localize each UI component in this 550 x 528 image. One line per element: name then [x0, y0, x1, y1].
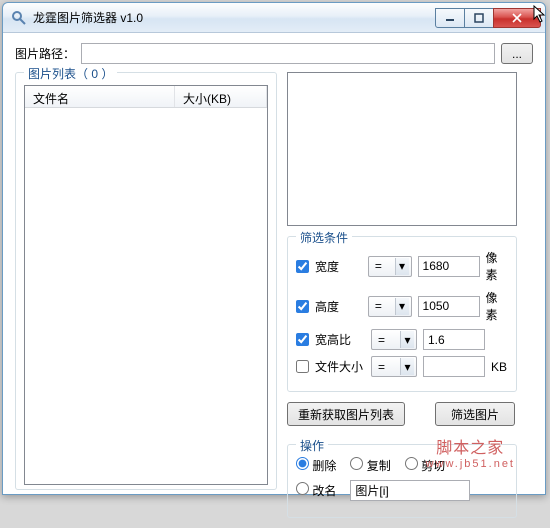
app-icon	[11, 10, 27, 26]
file-listview[interactable]: 文件名 大小(KB)	[24, 85, 268, 485]
width-value-input[interactable]	[418, 256, 480, 277]
titlebar[interactable]: 龙霆图片筛选器 v1.0	[3, 3, 545, 33]
filter-width-row: 宽度 =▾ 像素	[296, 249, 508, 283]
ops-group: 操作 删除 复制 剪切 改名	[287, 444, 517, 518]
refresh-button[interactable]: 重新获取图片列表	[287, 402, 405, 426]
columns: 图片列表（ 0 ） 文件名 大小(KB) 筛选条件	[15, 72, 533, 518]
ops-row2: 改名	[296, 480, 508, 501]
chevron-down-icon: ▾	[400, 331, 414, 348]
maximize-button[interactable]	[464, 8, 494, 28]
ratio-label: 宽高比	[315, 331, 365, 348]
height-value-input[interactable]	[418, 296, 480, 317]
width-unit: 像素	[486, 249, 508, 283]
path-row: 图片路径： ...	[15, 43, 533, 64]
list-group: 图片列表（ 0 ） 文件名 大小(KB)	[15, 72, 277, 490]
button-row: 重新获取图片列表 筛选图片	[287, 402, 517, 426]
window-title: 龙霆图片筛选器 v1.0	[33, 9, 436, 26]
height-unit: 像素	[486, 289, 508, 323]
ops-legend: 操作	[296, 437, 328, 454]
col-filename[interactable]: 文件名	[25, 86, 175, 107]
filter-height-row: 高度 =▾ 像素	[296, 289, 508, 323]
op-rename[interactable]: 改名	[296, 482, 336, 499]
app-window: 龙霆图片筛选器 v1.0 图片路径： ... 图片列表（ 0 ）	[2, 2, 546, 495]
ops-row1: 删除 复制 剪切	[296, 457, 508, 474]
ratio-checkbox[interactable]	[296, 333, 309, 346]
filter-size-row: 文件大小 =▾ KB	[296, 356, 508, 377]
minimize-button[interactable]	[435, 8, 465, 28]
filter-ratio-row: 宽高比 =▾	[296, 329, 508, 350]
ratio-op-combo[interactable]: =▾	[371, 329, 417, 350]
width-op-combo[interactable]: =▾	[368, 256, 412, 277]
height-op-combo[interactable]: =▾	[368, 296, 412, 317]
op-cut[interactable]: 剪切	[405, 457, 445, 474]
rename-pattern-input[interactable]	[350, 480, 470, 501]
left-column: 图片列表（ 0 ） 文件名 大小(KB)	[15, 72, 277, 518]
size-value-input[interactable]	[423, 356, 485, 377]
height-label: 高度	[315, 298, 362, 315]
size-checkbox[interactable]	[296, 360, 309, 373]
filter-group: 筛选条件 宽度 =▾ 像素 高度 =▾ 像素	[287, 236, 517, 392]
size-unit: KB	[491, 360, 507, 374]
list-header: 文件名 大小(KB)	[25, 86, 267, 108]
right-column: 筛选条件 宽度 =▾ 像素 高度 =▾ 像素	[287, 72, 517, 518]
op-copy[interactable]: 复制	[350, 457, 390, 474]
chevron-down-icon: ▾	[395, 298, 409, 315]
ratio-value-input[interactable]	[423, 329, 485, 350]
size-op-combo[interactable]: =▾	[371, 356, 417, 377]
chevron-down-icon: ▾	[400, 358, 414, 375]
chevron-down-icon: ▾	[395, 258, 409, 275]
width-checkbox[interactable]	[296, 260, 309, 273]
close-button[interactable]	[493, 8, 541, 28]
height-checkbox[interactable]	[296, 300, 309, 313]
filter-button[interactable]: 筛选图片	[435, 402, 515, 426]
client-area: 图片路径： ... 图片列表（ 0 ） 文件名 大小(KB)	[3, 33, 545, 528]
path-input[interactable]	[81, 43, 495, 64]
image-preview	[287, 72, 517, 226]
path-label: 图片路径：	[15, 45, 75, 62]
list-legend: 图片列表（ 0 ）	[24, 65, 117, 82]
browse-button[interactable]: ...	[501, 43, 533, 64]
op-delete[interactable]: 删除	[296, 457, 336, 474]
width-label: 宽度	[315, 258, 362, 275]
size-label: 文件大小	[315, 358, 365, 375]
filter-legend: 筛选条件	[296, 229, 352, 246]
col-size[interactable]: 大小(KB)	[175, 86, 267, 107]
